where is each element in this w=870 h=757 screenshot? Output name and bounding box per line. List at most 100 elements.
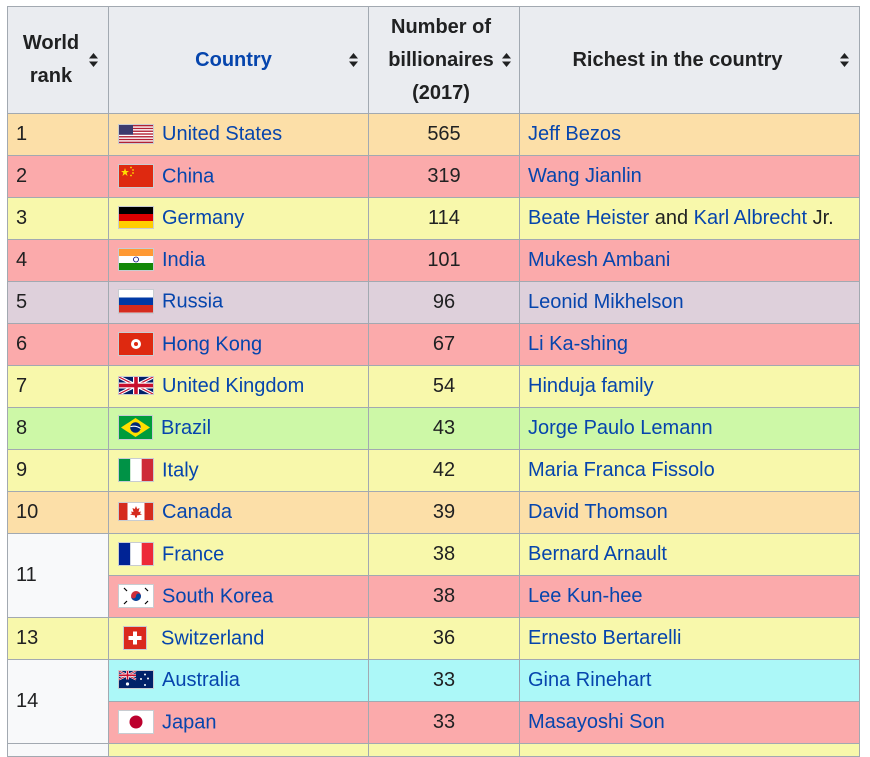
sort-arrows-icon[interactable] — [502, 53, 511, 67]
richest-person-link[interactable]: Wang Jianlin — [528, 165, 642, 187]
richest-person-link[interactable]: Hinduja family — [528, 375, 654, 397]
us-flag-icon — [118, 123, 154, 144]
country-cell: United States — [108, 113, 369, 156]
richest-person-link[interactable]: Maria Franca Fissolo — [528, 459, 715, 481]
header-row: World rank Country Number of billionaires(… — [7, 6, 860, 114]
richest-person-cell: David Thomson — [519, 491, 860, 534]
richest-person-cell: Masayoshi Son — [519, 701, 860, 744]
country-cell: Canada — [108, 491, 369, 534]
table-row: 11 France 38 Bernard Arnault — [7, 533, 860, 618]
rank-cell: 11 — [7, 533, 109, 618]
au-flag-icon — [118, 670, 154, 690]
rank-cell: 10 — [7, 491, 109, 534]
billionaires-count-cell: 42 — [368, 449, 520, 492]
table-row: 10 Canada 39 David Thomson — [7, 491, 860, 534]
hk-flag-icon — [118, 331, 154, 356]
ca-flag-icon — [118, 502, 154, 522]
richest-person-link[interactable]: Karl Albrecht — [694, 207, 807, 229]
table-row: 8 Brazil 43 Jorge Paulo Lemann — [7, 407, 860, 450]
billionaires-count-cell — [368, 743, 520, 757]
richest-person-link[interactable]: Bernard Arnault — [528, 543, 667, 565]
table-body: 1 United States 565 Jeff Bezos 2 China 319 Wang… — [7, 113, 860, 757]
header-richest-in-country[interactable]: Richest in the country — [519, 6, 860, 114]
sort-arrows-icon[interactable] — [89, 53, 98, 67]
richest-person-link[interactable]: Masayoshi Son — [528, 711, 665, 733]
country-link[interactable]: Brazil — [161, 417, 211, 439]
table-row: 7 United Kingdom 54 Hinduja family — [7, 365, 860, 408]
country-link[interactable]: United Kingdom — [162, 375, 304, 397]
rank-cell: 3 — [7, 197, 109, 240]
rank-cell: 6 — [7, 323, 109, 366]
fr-flag-icon — [118, 541, 154, 566]
table-row: 9 Italy 42 Maria Franca Fissolo — [7, 449, 860, 492]
country-link[interactable]: Hong Kong — [162, 333, 262, 355]
country-link[interactable]: Switzerland — [161, 627, 264, 649]
country-link[interactable]: France — [162, 543, 224, 565]
richest-person-link[interactable]: Beate Heister — [528, 207, 649, 229]
richest-person-cell: Maria Franca Fissolo — [519, 449, 860, 492]
billionaires-count-cell: 319 — [368, 155, 520, 198]
country-link[interactable]: China — [162, 165, 214, 187]
richest-person-link[interactable]: Lee Kun-hee — [528, 585, 643, 607]
richest-person-link[interactable]: Jeff Bezos — [528, 123, 621, 145]
header-country[interactable]: Country — [108, 6, 369, 114]
country-link[interactable]: Japan — [162, 711, 217, 733]
country-link[interactable]: Canada — [162, 501, 232, 523]
table-row: Japan 33 Masayoshi Son — [8, 701, 860, 744]
rank-cell: 13 — [7, 617, 109, 660]
table-row: 13 Switzerland 36 Ernesto Bertarelli — [7, 617, 860, 660]
richest-person-link[interactable]: Mukesh Ambani — [528, 249, 670, 271]
richest-person-link[interactable]: Ernesto Bertarelli — [528, 627, 681, 649]
header-number-of-billionaires[interactable]: Number of billionaires (2017) — [368, 6, 520, 114]
country-cell: United Kingdom — [108, 365, 369, 408]
country-link[interactable]: India — [162, 249, 205, 271]
sort-arrows-icon[interactable] — [840, 53, 849, 67]
country-cell: Switzerland — [108, 617, 369, 660]
richest-person-cell: Mukesh Ambani — [519, 239, 860, 282]
billionaires-count-cell: 33 — [368, 659, 520, 702]
billionaires-count-cell: 36 — [368, 617, 520, 660]
header-world-rank[interactable]: World rank — [7, 6, 109, 114]
jp-flag-icon — [118, 709, 154, 734]
richest-person-link[interactable]: David Thomson — [528, 501, 668, 523]
richest-person-text: and — [649, 207, 694, 229]
table-row: South Korea 38 Lee Kun-hee — [8, 575, 860, 618]
country-link[interactable]: South Korea — [162, 585, 273, 607]
country-cell: Australia — [108, 659, 369, 702]
richest-person-text: Jr. — [807, 207, 834, 229]
rank-cell: 4 — [7, 239, 109, 282]
country-cell: Italy — [108, 449, 369, 492]
table-row: 5 Russia 96 Leonid Mikhelson — [7, 281, 860, 324]
gb-flag-icon — [118, 376, 154, 396]
country-link[interactable]: United States — [162, 123, 282, 145]
richest-person-cell: Beate Heister and Karl Albrecht Jr. — [519, 197, 860, 240]
billionaires-count-cell: 101 — [368, 239, 520, 282]
sort-arrows-icon[interactable] — [349, 53, 358, 67]
table-row — [7, 743, 860, 757]
richest-person-link[interactable]: Leonid Mikhelson — [528, 291, 684, 313]
country-link[interactable]: Germany — [162, 207, 244, 229]
country-cell: Russia — [108, 281, 369, 324]
country-cell — [108, 743, 369, 757]
richest-person-cell: Li Ka-shing — [519, 323, 860, 366]
table-row: 2 China 319 Wang Jianlin — [7, 155, 860, 198]
richest-person-link[interactable]: Gina Rinehart — [528, 669, 651, 691]
richest-person-cell: Wang Jianlin — [519, 155, 860, 198]
country-link[interactable]: Italy — [162, 459, 199, 481]
rank-cell: 5 — [7, 281, 109, 324]
country-cell: France — [108, 533, 369, 576]
country-link[interactable]: Russia — [162, 291, 223, 313]
rank-cell: 14 — [7, 659, 109, 744]
richest-person-cell: Gina Rinehart — [519, 659, 860, 702]
richest-person-link[interactable]: Li Ka-shing — [528, 333, 628, 355]
rank-cell: 2 — [7, 155, 109, 198]
country-cell: China — [108, 155, 369, 198]
country-cell: Japan — [108, 701, 369, 744]
rank-cell: 9 — [7, 449, 109, 492]
rank-cell: 1 — [7, 113, 109, 156]
country-link[interactable]: Australia — [162, 669, 240, 691]
rank-cell: 8 — [7, 407, 109, 450]
billionaires-count-cell: 67 — [368, 323, 520, 366]
richest-person-cell: Bernard Arnault — [519, 533, 860, 576]
richest-person-link[interactable]: Jorge Paulo Lemann — [528, 417, 713, 439]
